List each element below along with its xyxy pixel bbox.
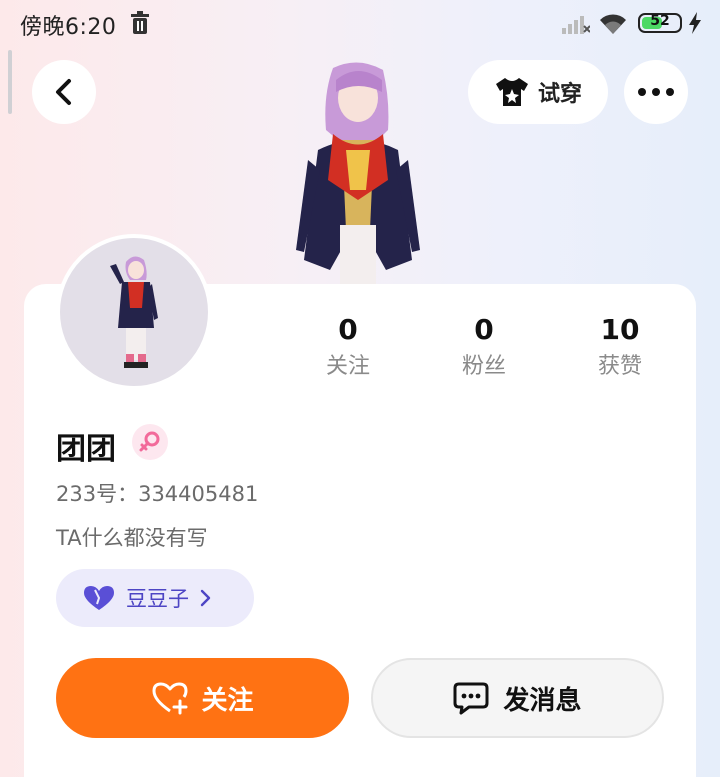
stat-label: 关注	[325, 354, 370, 379]
trash-icon	[131, 11, 149, 34]
avatar[interactable]	[56, 234, 212, 390]
scroll-indicator	[8, 50, 12, 114]
chevron-left-icon	[56, 79, 71, 105]
account-id: 233号：334405481	[56, 482, 259, 506]
currency-chip[interactable]: 豆豆子	[56, 569, 254, 627]
gender-badge	[132, 424, 168, 460]
stat-fans[interactable]: 0 粉丝	[424, 312, 544, 382]
status-time: 傍晚6:20	[20, 15, 117, 40]
charging-icon	[689, 12, 701, 34]
back-button[interactable]	[32, 60, 96, 124]
stat-label: 获赞	[597, 354, 642, 379]
status-bar: 傍晚6:20 52	[0, 0, 720, 48]
battery-level: 52	[650, 13, 670, 29]
stat-value: 0	[338, 313, 358, 346]
username: 团团	[56, 432, 116, 467]
follow-label: 关注	[201, 685, 254, 716]
tshirt-icon	[495, 78, 528, 106]
try-on-button[interactable]: 试穿	[468, 60, 608, 124]
stat-following[interactable]: 0 关注	[288, 312, 408, 382]
stat-value: 0	[474, 313, 494, 346]
follow-button[interactable]: 关注	[56, 658, 349, 738]
avatar-figure	[110, 256, 158, 368]
battery-icon: 52	[638, 13, 682, 33]
more-dots-icon	[638, 88, 674, 96]
character-figure	[296, 62, 420, 285]
chat-bubble-icon	[453, 682, 489, 715]
currency-label: 豆豆子	[126, 587, 189, 611]
heart-plus-icon	[152, 682, 188, 715]
bio-text: TA什么都没有写	[56, 526, 208, 550]
stat-label: 粉丝	[461, 354, 506, 379]
try-on-label: 试穿	[537, 82, 582, 107]
signal-icon	[562, 16, 590, 34]
more-options-button[interactable]	[624, 60, 688, 124]
send-message-label: 发消息	[503, 685, 582, 716]
stat-likes[interactable]: 10 获赞	[560, 312, 680, 382]
stat-value: 10	[600, 313, 640, 346]
female-icon	[139, 431, 160, 452]
send-message-button[interactable]: 发消息	[371, 658, 664, 738]
chevron-right-icon	[200, 589, 211, 607]
heart-icon	[84, 586, 114, 610]
wifi-icon	[600, 14, 626, 34]
